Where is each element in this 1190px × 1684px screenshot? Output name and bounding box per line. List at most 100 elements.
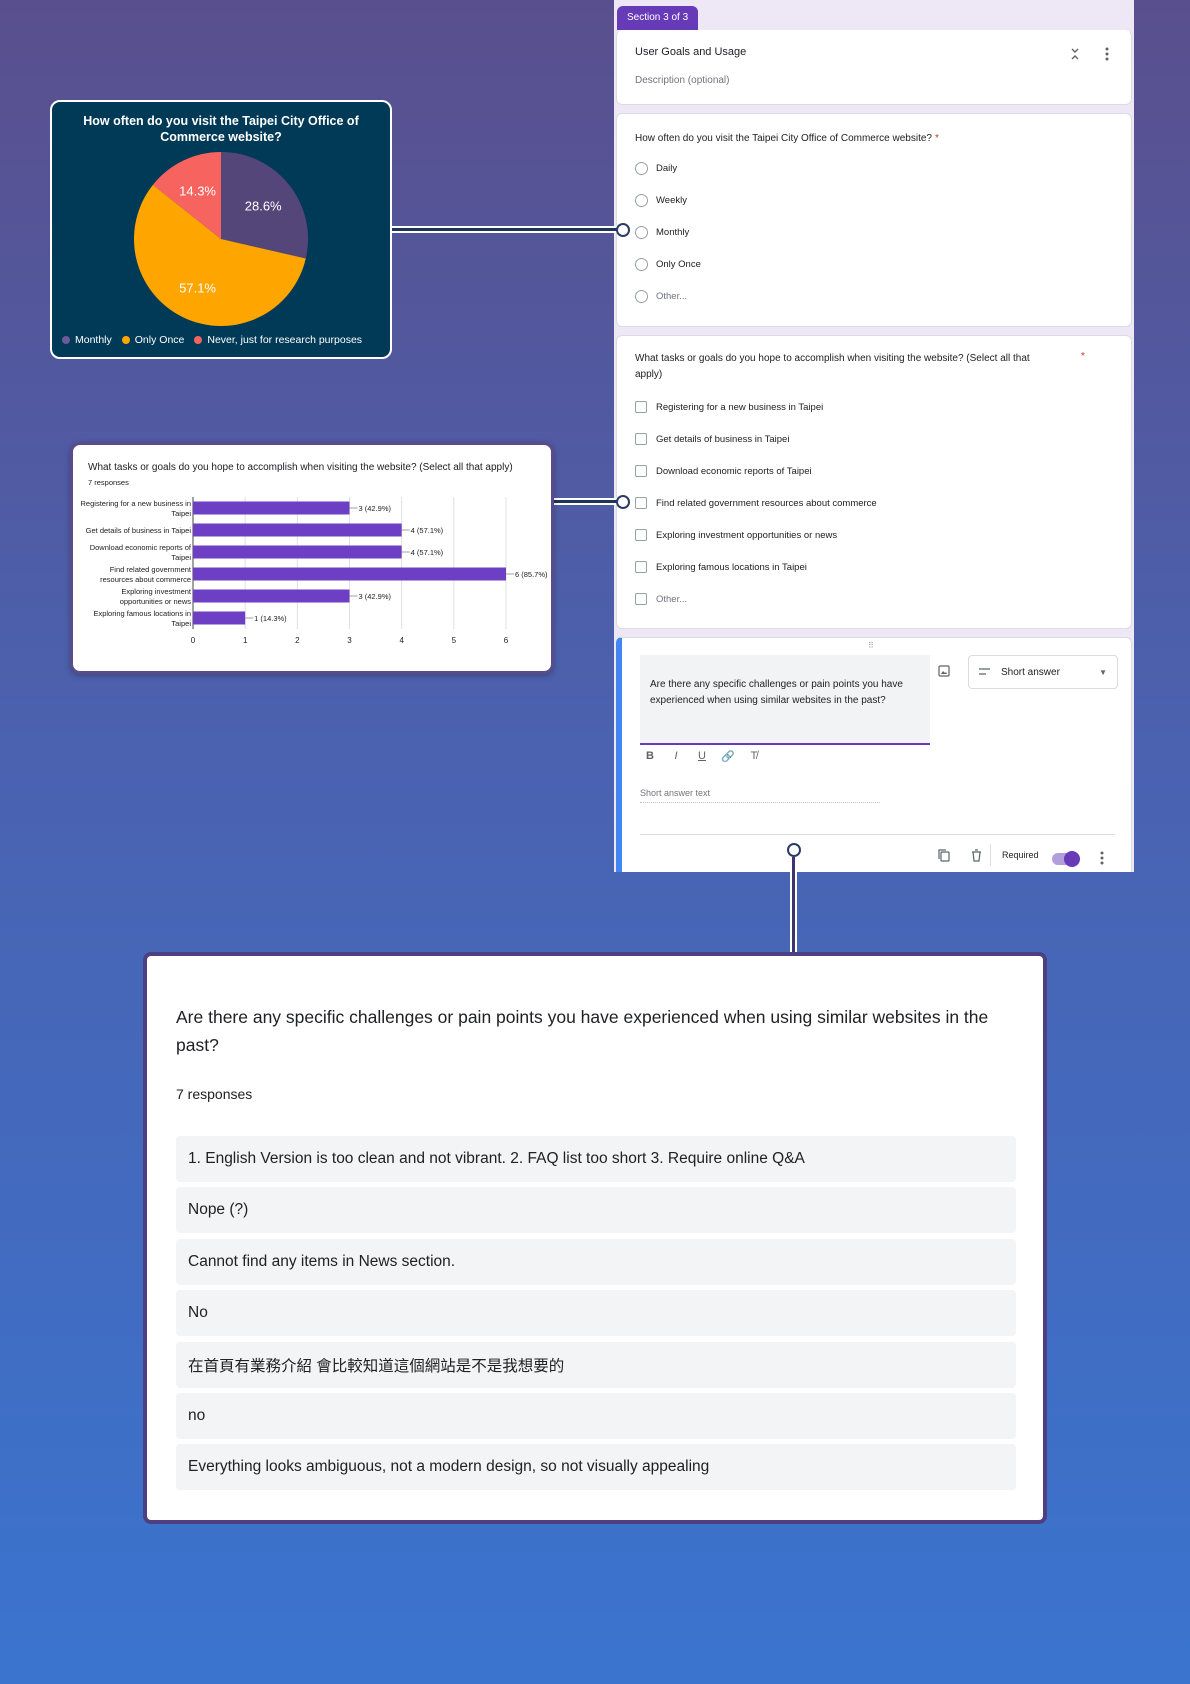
checkbox-square[interactable] (635, 529, 647, 541)
checkbox-option-other[interactable]: Other... (635, 591, 687, 607)
option-label: Daily (656, 162, 678, 174)
more-vert-icon[interactable] (1092, 848, 1112, 868)
checkbox-square[interactable] (635, 497, 647, 509)
category-label: Download economic reports of (90, 543, 192, 552)
pie-chart: 28.6% 57.1% 14.3% (134, 152, 309, 326)
x-tick-label: 1 (243, 636, 248, 645)
radio-option[interactable]: Only Once (635, 256, 701, 272)
x-tick-label: 0 (191, 636, 196, 645)
category-label: Taipei (171, 619, 191, 628)
pie-chart-card: How often do you visit the Taipei City O… (50, 100, 392, 359)
category-label: Exploring famous locations in (93, 609, 191, 618)
radio-option[interactable]: Monthly (635, 224, 689, 240)
underline-icon[interactable]: U (694, 750, 710, 763)
connector-line-responses (790, 857, 797, 957)
option-label: Only Once (656, 258, 701, 270)
response-item: Everything looks ambiguous, not a modern… (176, 1444, 1016, 1491)
required-toggle[interactable] (1052, 851, 1080, 867)
checkbox-option[interactable]: Find related government resources about … (635, 495, 877, 511)
question-card-frequency: How often do you visit the Taipei City O… (616, 113, 1132, 327)
pie-slice-label: 14.3% (179, 183, 216, 198)
section-description[interactable]: Description (optional) (635, 75, 730, 86)
collapse-icon[interactable] (1065, 44, 1085, 64)
bar-value-label: 3 (42.9%) (359, 592, 392, 601)
bar (193, 611, 246, 625)
bar (193, 523, 402, 537)
response-item: No (176, 1290, 1016, 1337)
x-tick-label: 3 (347, 636, 352, 645)
bar (193, 567, 506, 581)
radio-option[interactable]: Weekly (635, 192, 687, 208)
checkbox-square[interactable] (635, 401, 647, 413)
dropdown-arrow-icon: ▼ (1099, 667, 1107, 677)
responses-question-title: Are there any specific challenges or pai… (176, 1007, 989, 1055)
checkbox-square[interactable] (635, 465, 647, 477)
bar-value-label: 3 (42.9%) (359, 504, 392, 513)
question-text: How often do you visit the Taipei City O… (635, 133, 932, 144)
checkbox-square[interactable] (635, 433, 647, 445)
drag-handle-icon[interactable]: ⠿ (868, 641, 875, 650)
option-label: Other... (656, 593, 688, 605)
bold-icon[interactable]: B (642, 750, 658, 763)
category-label: Taipei (171, 509, 191, 518)
question-type-dropdown[interactable]: Short answer ▼ (968, 655, 1118, 689)
option-label: Download economic reports of Taipei (656, 465, 812, 477)
radio-circle[interactable] (635, 161, 648, 175)
radio-circle[interactable] (635, 225, 648, 239)
section-title[interactable]: User Goals and Usage (635, 46, 746, 58)
add-image-icon[interactable] (934, 661, 954, 681)
google-form-panel: Section 3 of 3 User Goals and Usage Desc… (614, 0, 1134, 872)
radio-circle[interactable] (635, 193, 648, 207)
response-item: 1. English Version is too clean and not … (176, 1136, 1016, 1182)
category-label: Find related government (110, 565, 192, 574)
question-card-goals: What tasks or goals do you hope to accom… (616, 335, 1132, 629)
connector-line-bar (554, 498, 624, 505)
more-vert-icon[interactable] (1097, 44, 1117, 64)
connector-node-responses (787, 843, 801, 857)
connector-node-pie (616, 223, 630, 237)
clear-format-icon[interactable]: T̸ (746, 750, 762, 763)
radio-option-other[interactable]: Other... (635, 288, 687, 304)
bar-value-label: 1 (14.3%) (254, 614, 287, 623)
radio-circle[interactable] (635, 289, 648, 303)
radio-circle[interactable] (635, 257, 648, 271)
legend-swatch (121, 336, 130, 344)
checkbox-option[interactable]: Download economic reports of Taipei (635, 463, 812, 479)
checkbox-option[interactable]: Exploring famous locations in Taipei (635, 559, 807, 575)
category-label: Taipei (171, 553, 191, 562)
section-tab[interactable]: Section 3 of 3 (617, 6, 699, 30)
checkbox-option[interactable]: Exploring investment opportunities or ne… (635, 527, 837, 543)
duplicate-icon[interactable] (934, 845, 954, 865)
bar-chart: 0 1 2 3 4 5 6 3 (42.9%) Registering for a new bu… (81, 497, 548, 645)
connector-line-pie (392, 226, 624, 233)
italic-icon[interactable]: I (668, 750, 684, 763)
legend-label: Never, just for research purposes (207, 334, 363, 346)
pie-slice-label: 57.1% (179, 281, 216, 296)
responses-count: 7 responses (176, 1086, 253, 1102)
link-icon[interactable]: 🔗 (720, 750, 736, 763)
response-item: Cannot find any items in News section. (176, 1238, 1016, 1285)
delete-icon[interactable] (966, 845, 986, 865)
checkbox-option[interactable]: Registering for a new business in Taipei (635, 399, 823, 415)
option-label: Weekly (656, 194, 687, 206)
x-tick-label: 2 (295, 636, 300, 645)
radio-option[interactable]: Daily (635, 160, 677, 176)
toggle-knob (1064, 851, 1080, 867)
option-label: Registering for a new business in Taipei (656, 401, 824, 413)
option-label: Find related government resources about … (656, 497, 877, 509)
legend-item: Never, just for research purposes (194, 334, 362, 346)
checkbox-square[interactable] (635, 593, 647, 605)
bar-value-label: 6 (85.7%) (515, 570, 548, 579)
question-text: What tasks or goals do you hope to accom… (635, 353, 1030, 380)
format-toolbar: B I U 🔗 T̸ (642, 750, 762, 763)
footer-separator (990, 844, 991, 866)
option-label: Get details of business in Taipei (656, 433, 790, 445)
option-label: Other... (656, 290, 688, 302)
question-title-input[interactable]: Are there any specific challenges or pai… (640, 655, 930, 745)
checkbox-option[interactable]: Get details of business in Taipei (635, 431, 789, 447)
required-asterisk: * (935, 133, 939, 144)
checkbox-square[interactable] (635, 561, 647, 573)
legend-label: Only Once (134, 334, 185, 346)
legend-item: Monthly (62, 334, 112, 346)
category-label: resources about commerce (100, 575, 191, 584)
